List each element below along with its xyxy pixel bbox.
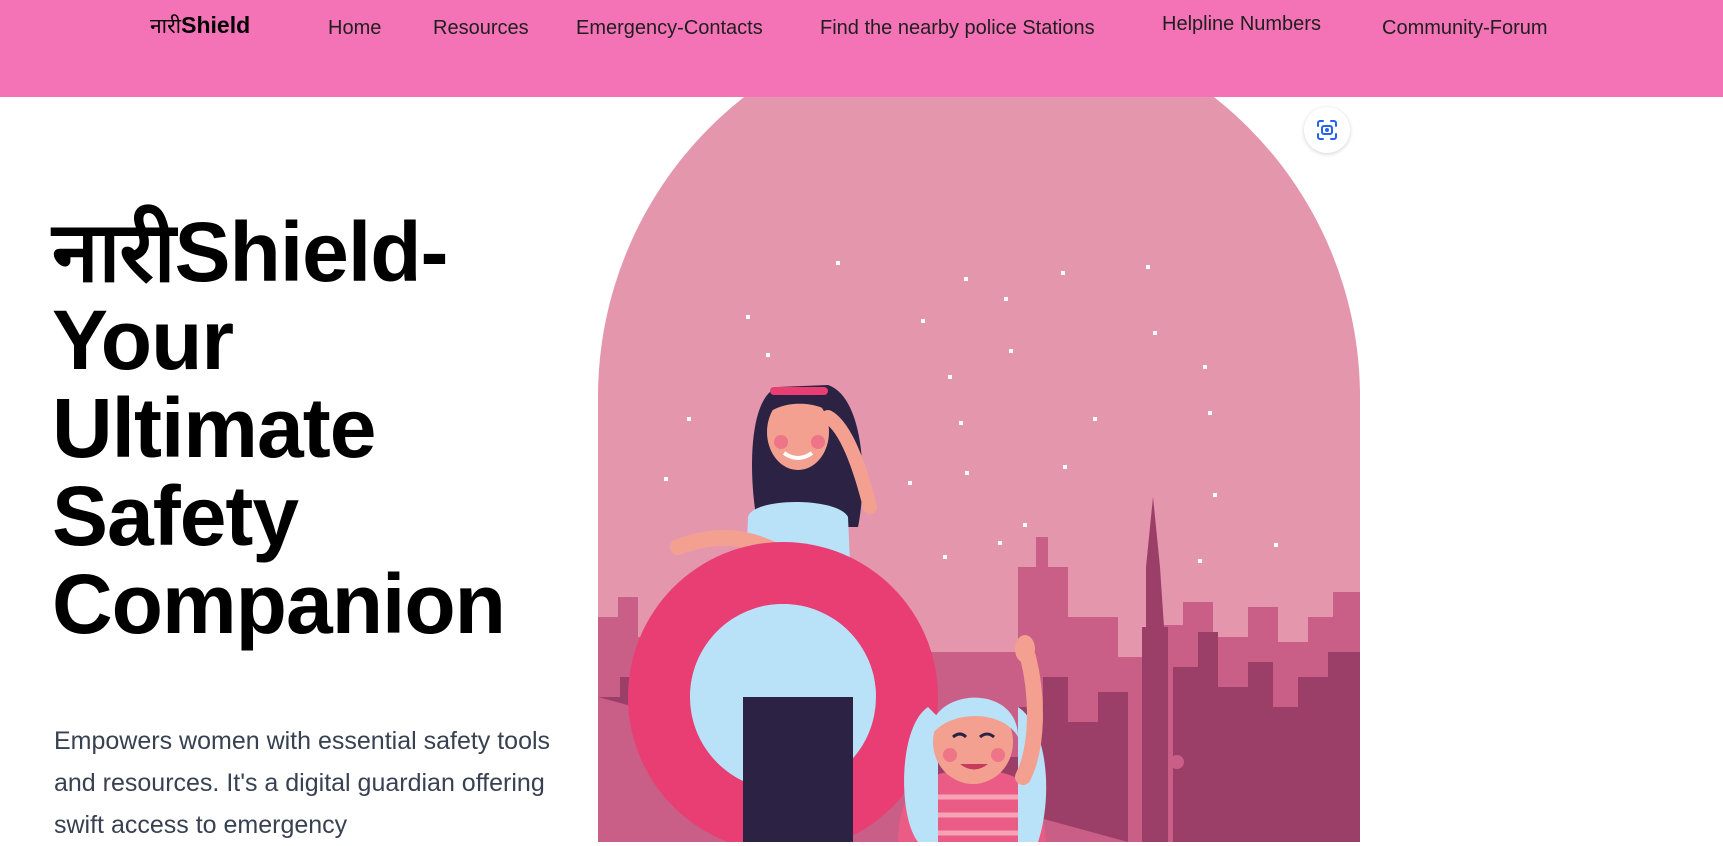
google-lens-icon [1317, 120, 1337, 140]
nav-helpline-numbers[interactable]: Helpline Numbers [1162, 13, 1321, 36]
hero-title-line: नारीShield- [52, 205, 449, 299]
visual-search-button[interactable] [1304, 107, 1350, 153]
brand-prefix: नारी [150, 15, 182, 38]
women-safety-illustration [598, 97, 1360, 842]
nav-community-forum[interactable]: Community-Forum [1382, 17, 1548, 40]
life-ring [628, 542, 938, 842]
hero-title-line: Ultimate [52, 381, 376, 475]
nav-police-stations[interactable]: Find the nearby police Stations [820, 17, 1095, 40]
brand-suffix: Shield [181, 12, 251, 38]
navbar: नारीShield Home Resources Emergency-Cont… [0, 0, 1723, 97]
hero-title-line: Your [52, 293, 234, 387]
hero-illustration [598, 97, 1360, 842]
city-window [1170, 755, 1184, 769]
hero-description: Empowers women with essential safety too… [54, 727, 551, 839]
nav-home[interactable]: Home [328, 17, 381, 40]
hero-title-line: Safety [52, 469, 299, 563]
brand-logo[interactable]: नारीShield [150, 12, 250, 40]
hero-title-line: Companion [52, 557, 506, 651]
city-skyline-right [1173, 632, 1360, 842]
hero-title: नारीShield- Your Ultimate Safety Compani… [52, 208, 572, 648]
nav-resources[interactable]: Resources [433, 17, 529, 40]
nav-emergency-contacts[interactable]: Emergency-Contacts [576, 17, 763, 40]
